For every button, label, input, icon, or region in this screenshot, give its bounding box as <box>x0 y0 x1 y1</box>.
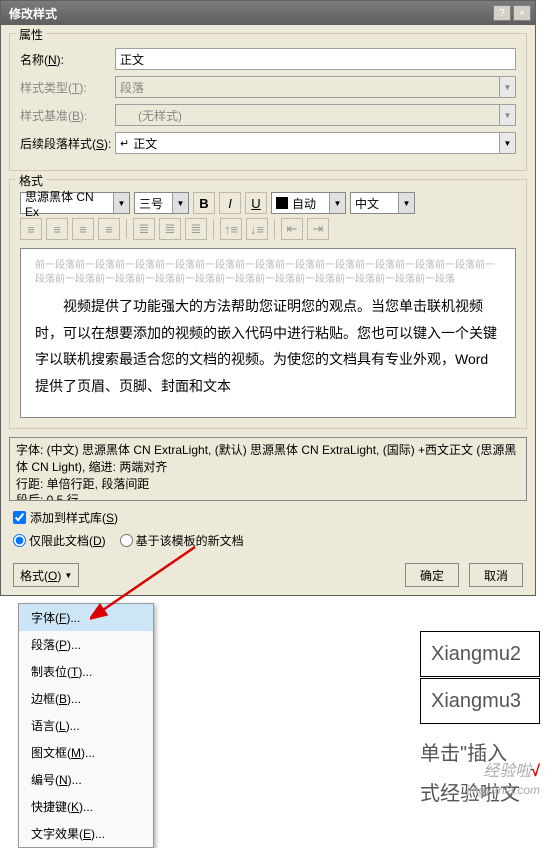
chevron-down-icon[interactable]: ▼ <box>398 193 414 213</box>
line-spacing-15-button[interactable]: ≣ <box>159 218 181 240</box>
type-label: 样式类型(T): <box>20 79 115 96</box>
menu-text-effects[interactable]: 文字效果(E)... <box>19 820 153 847</box>
line-spacing-2-button[interactable]: ≣ <box>185 218 207 240</box>
add-to-gallery-checkbox[interactable] <box>13 511 26 524</box>
preview-sample-text: 视频提供了功能强大的方法帮助您证明您的观点。当您单击联机视频时，可以在想要添加的… <box>35 293 501 399</box>
line-spacing-1-button[interactable]: ≣ <box>133 218 155 240</box>
format-dropdown-button[interactable]: 格式(O)▼ <box>13 563 79 587</box>
format-group: 格式 思源黑体 CN Ex▼ 三号▼ B I U 自动▼ 中文▼ ≡ ≡ ≡ ≡… <box>9 179 527 429</box>
spacing-before-inc-button[interactable]: ↑≡ <box>220 218 242 240</box>
only-this-doc-radio[interactable] <box>13 534 26 547</box>
format-menu: 字体(F)... 段落(P)... 制表位(T)... 边框(B)... 语言(… <box>18 603 154 848</box>
new-docs-radio[interactable] <box>120 534 133 547</box>
color-select[interactable]: 自动▼ <box>271 192 346 214</box>
font-size-select[interactable]: 三号▼ <box>134 192 189 214</box>
chevron-down-icon[interactable]: ▼ <box>499 133 515 153</box>
new-docs-label: 基于该模板的新文档 <box>136 532 244 549</box>
menu-paragraph[interactable]: 段落(P)... <box>19 631 153 658</box>
chevron-down-icon: ▼ <box>64 571 72 580</box>
ok-button[interactable]: 确定 <box>405 563 459 587</box>
preview-pane: 前一段落前一段落前一段落前一段落前一段落前一段落前一段落前一段落前一段落前一段落… <box>20 248 516 418</box>
chevron-down-icon[interactable]: ▼ <box>113 193 129 213</box>
help-button[interactable]: ? <box>493 5 511 21</box>
spacing-before-dec-button[interactable]: ↓≡ <box>246 218 268 240</box>
modify-style-dialog: 修改样式 ? × 属性 名称(N): 正文 样式类型(T): 段落▼ 样式基准(… <box>0 0 536 596</box>
next-select[interactable]: ↵正文▼ <box>115 132 516 154</box>
menu-language[interactable]: 语言(L)... <box>19 712 153 739</box>
indent-inc-button[interactable]: ⇥ <box>307 218 329 240</box>
chevron-down-icon[interactable]: ▼ <box>172 193 188 213</box>
properties-group: 属性 名称(N): 正文 样式类型(T): 段落▼ 样式基准(B): (无样式)… <box>9 33 527 171</box>
info-line1: 字体: (中文) 思源黑体 CN ExtraLight, (默认) 思源黑体 C… <box>16 442 520 476</box>
italic-button[interactable]: I <box>219 192 241 214</box>
chevron-down-icon[interactable]: ▼ <box>329 193 345 213</box>
align-center-button[interactable]: ≡ <box>46 218 68 240</box>
preview-context-before: 前一段落前一段落前一段落前一段落前一段落前一段落前一段落前一段落前一段落前一段落… <box>35 259 501 287</box>
menu-frame[interactable]: 图文框(M)... <box>19 739 153 766</box>
format-title: 格式 <box>16 172 46 189</box>
add-to-gallery-label: 添加到样式库(S) <box>30 509 118 526</box>
menu-tabs[interactable]: 制表位(T)... <box>19 658 153 685</box>
align-justify-button[interactable]: ≡ <box>98 218 120 240</box>
menu-numbering[interactable]: 编号(N)... <box>19 766 153 793</box>
menu-font[interactable]: 字体(F)... <box>19 604 153 631</box>
bg-xiangmu3: Xiangmu3 <box>420 678 540 724</box>
chevron-down-icon: ▼ <box>499 105 515 125</box>
watermark: 经验啦√ jingyanla.com <box>467 757 540 799</box>
properties-title: 属性 <box>16 26 46 43</box>
paragraph-icon: ↵ <box>120 137 129 150</box>
titlebar: 修改样式 ? × <box>1 1 535 25</box>
type-select: 段落▼ <box>115 76 516 98</box>
dialog-title: 修改样式 <box>5 5 493 22</box>
next-label: 后续段落样式(S): <box>20 135 115 152</box>
base-label: 样式基准(B): <box>20 107 115 124</box>
chevron-down-icon: ▼ <box>499 77 515 97</box>
lang-select[interactable]: 中文▼ <box>350 192 415 214</box>
style-description: 字体: (中文) 思源黑体 CN ExtraLight, (默认) 思源黑体 C… <box>9 437 527 501</box>
close-button[interactable]: × <box>513 5 531 21</box>
indent-dec-button[interactable]: ⇤ <box>281 218 303 240</box>
align-right-button[interactable]: ≡ <box>72 218 94 240</box>
font-name-select[interactable]: 思源黑体 CN Ex▼ <box>20 192 130 214</box>
bold-button[interactable]: B <box>193 192 215 214</box>
info-line2: 行距: 单倍行距, 段落间距 <box>16 476 520 493</box>
only-this-doc-label: 仅限此文档(D) <box>29 532 106 549</box>
menu-shortcut[interactable]: 快捷键(K)... <box>19 793 153 820</box>
name-label: 名称(N): <box>20 51 115 68</box>
align-left-button[interactable]: ≡ <box>20 218 42 240</box>
menu-border[interactable]: 边框(B)... <box>19 685 153 712</box>
underline-button[interactable]: U <box>245 192 267 214</box>
cancel-button[interactable]: 取消 <box>469 563 523 587</box>
base-select: (无样式)▼ <box>115 104 516 126</box>
name-input[interactable]: 正文 <box>115 48 516 70</box>
bg-xiangmu2: Xiangmu2 <box>420 631 540 677</box>
info-line3: 段后: 0.5 行 <box>16 492 520 501</box>
